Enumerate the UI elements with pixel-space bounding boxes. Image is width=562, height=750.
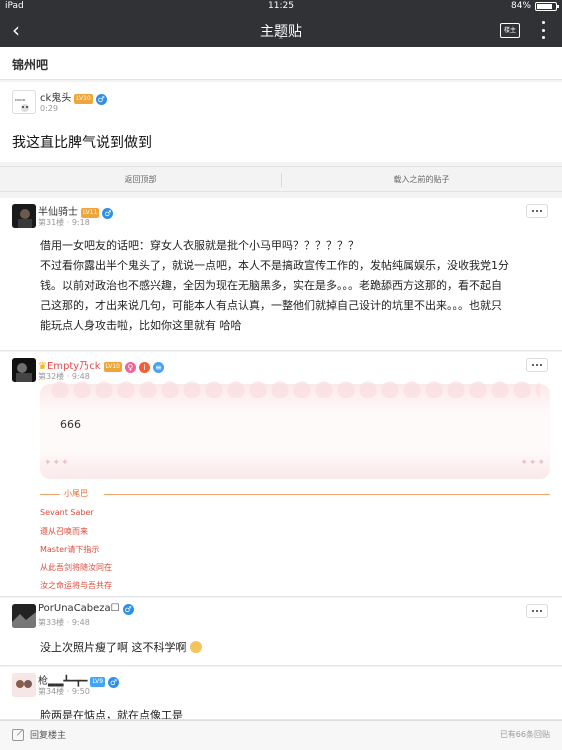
reply-count: 已有66条回贴 <box>499 730 550 739</box>
chevron-up-icon: ⌃ <box>277 36 285 45</box>
forum-name: 锦州吧 <box>12 58 49 72</box>
reply-body: 脸两是在惦点，就在点像工是 <box>40 709 183 720</box>
more-options-icon[interactable] <box>540 21 546 39</box>
reply-floor-34: 枪▂▂┻━┳━ LV9 ♂ 第34楼 · 9:50 脸两是在惦点，就在点像工是 <box>0 667 562 720</box>
reply-more-button[interactable] <box>526 204 548 218</box>
signature-line: 汝之命运将与吾共存 <box>40 581 112 590</box>
reply-username: PorUnaCabeza☐ <box>38 603 120 614</box>
load-previous-button[interactable]: 载入之前的贴子 <box>281 174 562 185</box>
reply-owner-input[interactable]: 回复楼主 <box>30 727 460 745</box>
top-navigation-bar: iPad 11:25 84% ‹ 主题贴 ⌃ 楼主 <box>0 0 562 47</box>
owner-only-button[interactable]: 楼主 <box>500 23 520 38</box>
emoji-icon <box>189 641 202 653</box>
info-badge-icon: i <box>138 362 150 373</box>
svg-text:ERROR: ERROR <box>15 98 26 102</box>
reply-floor-time: 第33楼 · 9:48 <box>38 618 90 627</box>
original-post: ERROR ck鬼头 LV10 ♂ 0:29 我这直比脾气说到做到 <box>0 82 562 162</box>
back-to-top-button[interactable]: 返回顶部 <box>0 174 281 185</box>
reply-floor-31: 半仙骑士 LV11 ♂ 第31楼 · 9:18 借用一女吧友的话吧：穿女人衣服就是批… <box>0 198 562 351</box>
reply-floor-33: PorUnaCabeza☐ ♂ 第33楼 · 9:48 没上次照片瘦了啊 这不科学… <box>0 598 562 666</box>
reply-avatar[interactable] <box>12 204 36 228</box>
reply-more-button[interactable] <box>526 358 548 372</box>
bubble-decoration-left: ✦✦✦ <box>44 458 70 468</box>
signature-header: 小尾巴 <box>40 488 550 502</box>
forum-link[interactable]: 锦州吧 <box>0 47 562 80</box>
list-badge-icon: ≡ <box>152 362 164 373</box>
male-gender-icon: ♂ <box>108 677 120 688</box>
signature-line: 从此吾剑将随汝同在 <box>40 563 112 572</box>
signature-label: 小尾巴 <box>64 489 88 498</box>
reply-floor-32: ♛Empty乃ck LV10 ♀ i ≡ 第32楼 · 9:48 ✦✦✦ ✦✦✦ 666… <box>0 352 562 597</box>
thread-actions: 返回顶部 载入之前的贴子 <box>0 166 562 192</box>
signature-line: Master请下指示 <box>40 545 100 554</box>
reply-floor-time: 第31楼 · 9:18 <box>38 218 90 227</box>
female-badge-icon: ♀ <box>124 362 136 373</box>
battery-icon <box>535 1 559 11</box>
signature-line: 遵从召唤而来 <box>40 527 88 536</box>
level-badge: LV9 <box>90 677 106 687</box>
op-username-row[interactable]: ck鬼头 LV10 ♂ <box>40 89 107 105</box>
reply-floor-time: 第34楼 · 9:50 <box>38 687 90 696</box>
reply-input-bar: 回复楼主 已有66条回贴 <box>0 720 562 750</box>
male-gender-icon: ♂ <box>95 94 107 105</box>
bubble-decoration-right: ✦✦✦ <box>520 458 546 468</box>
op-time: 0:29 <box>40 104 58 113</box>
reply-avatar[interactable] <box>12 358 36 382</box>
level-badge: LV10 <box>103 362 122 372</box>
reply-body: 没上次照片瘦了啊 这不科学啊 <box>40 638 542 658</box>
edit-icon[interactable] <box>12 729 24 741</box>
reply-avatar[interactable] <box>12 604 36 628</box>
signature-line: Sevant Saber <box>40 508 94 517</box>
bubble-cloud-icon <box>50 380 540 398</box>
status-bar: iPad 11:25 84% <box>0 0 562 14</box>
op-username: ck鬼头 <box>40 93 72 104</box>
male-gender-icon: ♂ <box>102 208 114 219</box>
post-title: 我这直比脾气说到做到 <box>12 135 152 151</box>
level-badge: LV10 <box>74 94 93 104</box>
reply-avatar[interactable] <box>12 673 36 697</box>
bubble-frame <box>40 384 550 479</box>
tieba-thread-screen: iPad 11:25 84% ‹ 主题贴 ⌃ 楼主 锦州吧 ERROR ck鬼头… <box>0 0 562 750</box>
battery-status: 84% <box>510 1 559 11</box>
op-avatar[interactable]: ERROR <box>12 90 36 114</box>
reply-body: 借用一女吧友的话吧：穿女人衣服就是批个小马甲吗？？？？？？ 不过看你露出半个鬼头… <box>40 239 509 332</box>
reply-more-button[interactable] <box>526 604 548 618</box>
bubble-text: 666 <box>60 418 81 431</box>
decorative-bubble: ✦✦✦ ✦✦✦ 666 <box>40 380 550 479</box>
status-time: 11:25 <box>268 1 294 11</box>
battery-percent: 84% <box>510 1 531 11</box>
male-gender-icon: ♂ <box>122 604 134 615</box>
reply-username-row[interactable]: PorUnaCabeza☐ ♂ <box>38 603 134 615</box>
